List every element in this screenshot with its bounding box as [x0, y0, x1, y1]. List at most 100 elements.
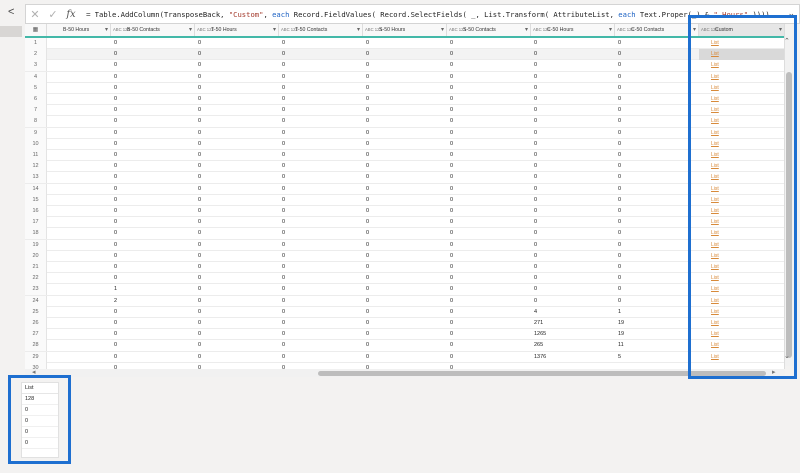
table-cell[interactable]: 0 — [111, 161, 195, 172]
table-cell[interactable]: 0 — [111, 352, 195, 363]
table-cell[interactable]: 0 — [615, 172, 699, 183]
table-cell[interactable]: 0 — [279, 105, 363, 116]
table-cell[interactable]: 0 — [447, 38, 531, 49]
table-cell[interactable]: 0 — [531, 38, 615, 49]
table-row[interactable]: 11 0 0 0 0 0 0 0 List — [25, 150, 784, 162]
table-cell[interactable]: 0 — [447, 228, 531, 239]
table-cell[interactable] — [47, 251, 111, 262]
table-cell[interactable]: 0 — [111, 94, 195, 105]
table-cell[interactable]: 0 — [531, 240, 615, 251]
table-cell[interactable]: 0 — [195, 49, 279, 60]
table-cell[interactable]: 0 — [447, 72, 531, 83]
column-header[interactable]: ABC 123T-50 Hours ▾ — [195, 24, 279, 36]
table-cell[interactable]: 0 — [279, 217, 363, 228]
table-cell[interactable]: 0 — [615, 296, 699, 307]
table-cell[interactable]: 0 — [531, 60, 615, 71]
table-cell[interactable] — [47, 195, 111, 206]
table-cell[interactable] — [47, 217, 111, 228]
table-cell[interactable]: 0 — [615, 217, 699, 228]
table-cell[interactable] — [47, 340, 111, 351]
table-cell[interactable]: 0 — [195, 206, 279, 217]
table-cell[interactable]: 4 — [531, 307, 615, 318]
column-type-icon[interactable]: ABC 123 — [281, 27, 298, 32]
table-cell[interactable]: 0 — [615, 150, 699, 161]
table-cell[interactable]: 0 — [111, 116, 195, 127]
column-header[interactable]: ABC 123S-50 Hours ▾ — [363, 24, 447, 36]
table-cell[interactable] — [47, 206, 111, 217]
table-cell[interactable]: 0 — [447, 128, 531, 139]
table-cell[interactable] — [47, 94, 111, 105]
table-cell[interactable]: 0 — [363, 195, 447, 206]
table-cell[interactable] — [47, 72, 111, 83]
table-cell[interactable]: 0 — [615, 49, 699, 60]
table-cell[interactable] — [47, 307, 111, 318]
table-cell[interactable]: 0 — [615, 240, 699, 251]
table-cell[interactable]: 0 — [531, 251, 615, 262]
column-filter-icon[interactable]: ▾ — [609, 24, 612, 36]
table-row[interactable]: 28 0 0 0 0 0 265 11 List — [25, 340, 784, 352]
table-cell[interactable]: 0 — [363, 296, 447, 307]
table-cell[interactable]: 0 — [447, 172, 531, 183]
table-cell[interactable]: 0 — [363, 116, 447, 127]
table-cell[interactable]: 0 — [531, 184, 615, 195]
table-row[interactable]: 24 2 0 0 0 0 0 0 List — [25, 295, 784, 307]
table-cell[interactable]: 0 — [363, 128, 447, 139]
table-cell[interactable]: 0 — [531, 83, 615, 94]
table-cell[interactable]: 0 — [447, 161, 531, 172]
table-cell[interactable]: 0 — [111, 206, 195, 217]
table-cell[interactable] — [47, 240, 111, 251]
table-cell[interactable]: 0 — [531, 206, 615, 217]
table-row[interactable]: 26 0 0 0 0 0 271 19 List — [25, 318, 784, 330]
table-cell[interactable]: 0 — [111, 240, 195, 251]
table-row[interactable]: 19 0 0 0 0 0 0 0 List — [25, 239, 784, 251]
table-cell[interactable]: 0 — [363, 217, 447, 228]
table-cell[interactable]: 0 — [111, 72, 195, 83]
table-cell[interactable]: 0 — [531, 195, 615, 206]
table-cell[interactable]: 0 — [279, 228, 363, 239]
table-cell[interactable]: 0 — [531, 273, 615, 284]
table-cell[interactable] — [47, 296, 111, 307]
formula-input[interactable]: Table.AddColumn(TransposeBack, "Custom",… — [95, 10, 770, 19]
table-cell[interactable]: 0 — [279, 184, 363, 195]
table-row[interactable]: 16 0 0 0 0 0 0 0 List — [25, 206, 784, 218]
table-cell[interactable]: 0 — [363, 172, 447, 183]
table-cell[interactable] — [47, 273, 111, 284]
table-cell[interactable]: 0 — [279, 128, 363, 139]
table-cell[interactable]: 0 — [615, 38, 699, 49]
table-cell[interactable] — [47, 318, 111, 329]
table-cell[interactable]: 0 — [615, 284, 699, 295]
table-cell[interactable]: 0 — [363, 206, 447, 217]
table-cell[interactable]: 0 — [615, 251, 699, 262]
table-cell[interactable] — [47, 172, 111, 183]
table-cell[interactable]: 0 — [615, 184, 699, 195]
column-header[interactable]: ABC 123C-50 Contacts ▾ — [615, 24, 699, 36]
column-header[interactable]: ABC 123C-50 Hours ▾ — [531, 24, 615, 36]
table-cell[interactable]: 0 — [279, 329, 363, 340]
table-cell[interactable]: 0 — [615, 105, 699, 116]
column-type-icon[interactable]: ABC 123 — [617, 27, 634, 32]
table-cell[interactable]: 0 — [195, 307, 279, 318]
table-cell[interactable]: 0 — [111, 251, 195, 262]
table-row[interactable]: 18 0 0 0 0 0 0 0 List — [25, 228, 784, 240]
table-cell[interactable]: 0 — [363, 83, 447, 94]
table-row[interactable]: 1 0 0 0 0 0 0 0 List — [25, 38, 784, 50]
table-cell[interactable]: 0 — [615, 94, 699, 105]
table-cell[interactable]: 0 — [195, 116, 279, 127]
table-cell[interactable] — [47, 161, 111, 172]
table-cell[interactable]: 0 — [279, 273, 363, 284]
table-cell[interactable]: 0 — [615, 273, 699, 284]
table-cell[interactable]: 0 — [279, 116, 363, 127]
table-row[interactable]: 15 0 0 0 0 0 0 0 List — [25, 194, 784, 206]
table-cell[interactable]: 0 — [363, 161, 447, 172]
table-cell[interactable]: 0 — [111, 273, 195, 284]
table-cell[interactable] — [47, 38, 111, 49]
table-cell[interactable]: 0 — [111, 60, 195, 71]
table-cell[interactable]: 0 — [447, 296, 531, 307]
table-cell[interactable]: 0 — [279, 352, 363, 363]
table-cell[interactable]: 0 — [195, 228, 279, 239]
table-cell[interactable]: 0 — [195, 150, 279, 161]
table-cell[interactable]: 0 — [363, 284, 447, 295]
table-cell[interactable]: 0 — [195, 128, 279, 139]
table-cell[interactable]: 0 — [111, 262, 195, 273]
table-cell[interactable] — [47, 128, 111, 139]
